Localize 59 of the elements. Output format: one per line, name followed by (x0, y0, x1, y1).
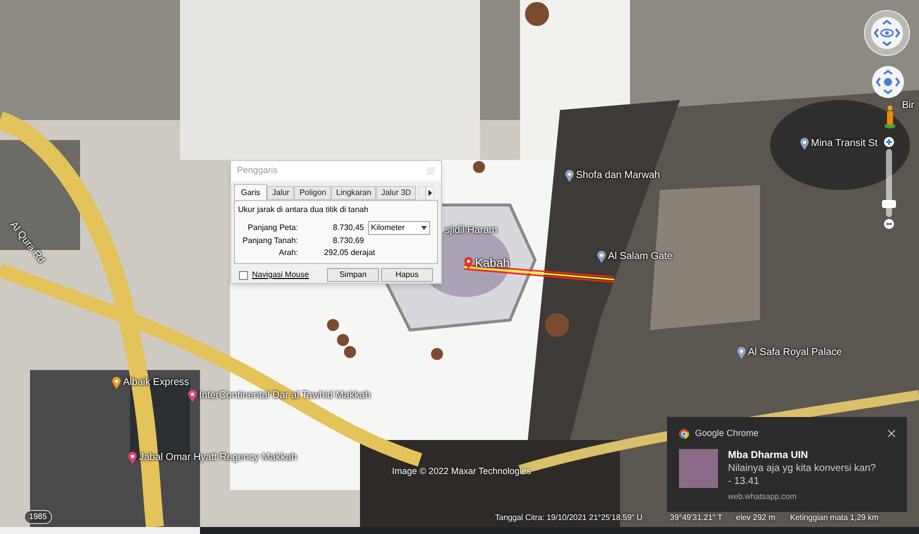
field-value: 8.730,45 (332, 222, 364, 234)
map-pin-icon[interactable] (128, 452, 137, 464)
status-text: Ketinggian mata 1,29 km (790, 512, 878, 524)
dialog-button[interactable]: Simpan (327, 268, 379, 282)
dialog-button[interactable]: Hapus (381, 268, 433, 282)
dome (327, 319, 339, 331)
tab[interactable]: Garis (234, 184, 268, 200)
map-pin-icon[interactable] (737, 347, 746, 359)
status-text: 21°25'18.59" U (589, 512, 642, 524)
field-value: 8.730,69 (332, 235, 364, 247)
map-label[interactable]: Al Salam Gate (608, 252, 672, 262)
message-time: - 13.41 (728, 474, 760, 488)
map-pin-icon[interactable] (597, 251, 606, 263)
message-text: Nilainya aja yg kita konversi kan? (728, 462, 876, 474)
checkbox-label[interactable]: Navigasi Mouse (252, 269, 309, 281)
description-text: Ukur jarak di antara dua titik di tanah (238, 204, 370, 216)
hand-icon (874, 68, 902, 96)
zoom-slider-thumb[interactable] (882, 200, 896, 208)
message-sender: Mba Dharma UIN (728, 448, 810, 462)
caret-icon (421, 226, 427, 230)
tab[interactable]: Jalur (267, 186, 294, 200)
placemark-pin-icon[interactable] (464, 257, 473, 269)
map-pin-icon[interactable] (112, 377, 121, 389)
dialog-title: Penggaris (237, 164, 278, 178)
map-pin-icon[interactable] (188, 390, 197, 402)
tab[interactable]: Poligon (294, 186, 332, 200)
status-text: Tanggal Citra: 19/10/2021 (495, 512, 587, 524)
field-value: 292,05 derajat (323, 247, 376, 259)
eye-icon (870, 16, 904, 50)
scroll-right-icon[interactable] (426, 186, 434, 200)
imagery-year-badge[interactable]: 1985 (24, 510, 52, 524)
map-label[interactable]: Mina Transit St (811, 139, 878, 149)
tab[interactable]: Jalur 3D (376, 186, 416, 200)
browser-logo-icon (679, 428, 689, 439)
dome (473, 161, 485, 173)
map-pin-icon[interactable] (565, 170, 574, 182)
dome (431, 348, 443, 360)
photo-placeholder (679, 448, 718, 488)
field-label: Panjang Tanah: (242, 235, 298, 247)
dome (545, 313, 569, 337)
map-label[interactable]: Shofa dan Marwah (576, 171, 660, 181)
field-label: Panjang Peta: (246, 222, 298, 234)
tab[interactable]: Lingkaran (331, 186, 376, 200)
pegman-icon[interactable] (884, 105, 896, 129)
compass-control[interactable] (864, 10, 910, 56)
status-text: 39°49'31.21" T (670, 512, 722, 524)
map-label[interactable]: Bir (902, 101, 914, 111)
app-name: Google Chrome (695, 427, 759, 440)
dome (337, 334, 349, 346)
map-pin-icon[interactable] (800, 138, 809, 150)
checkbox[interactable] (239, 270, 248, 280)
status-text: elev 292 m (736, 512, 776, 524)
dome (525, 2, 549, 26)
dome (344, 346, 356, 358)
unit-dropdown[interactable]: Kilometer (368, 221, 430, 235)
source-link[interactable]: web.whatsapp.com (728, 492, 876, 502)
map-label[interactable]: Al Safa Royal Palace (748, 348, 842, 358)
field-label: Arah: (278, 247, 298, 259)
close-icon[interactable] (888, 430, 895, 438)
